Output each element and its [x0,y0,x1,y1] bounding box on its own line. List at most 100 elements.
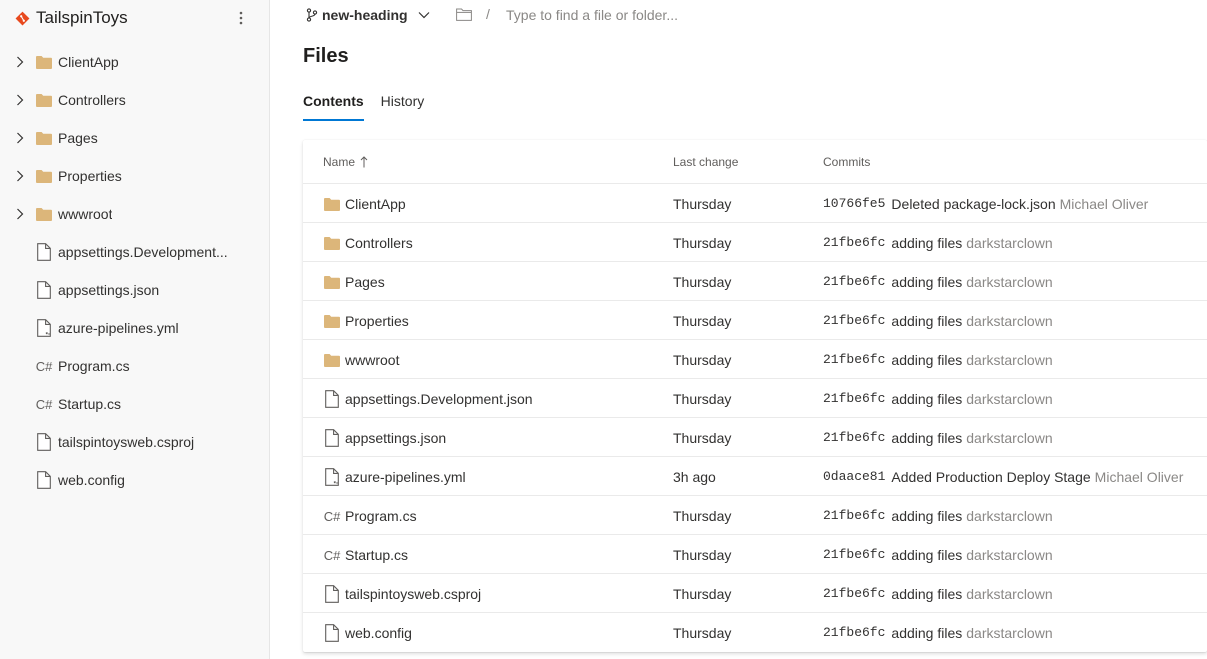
tree-item[interactable]: Properties [0,157,270,195]
table-row[interactable]: Controllers Thursday 21fbe6fc adding files d… [303,223,1207,262]
table-row[interactable]: appsettings.Development.json Thursday 21fb… [303,379,1207,418]
commit-hash-link[interactable]: 21fbe6fc [823,352,885,368]
commit-author: darkstarclown [966,313,1053,329]
file-icon [323,429,341,447]
tree-item-label: tailspintoysweb.csproj [58,434,195,450]
last-change-value: Thursday [673,313,732,329]
tree-item[interactable]: Pages [0,119,270,157]
tree-item[interactable]: C# Program.cs [0,347,270,385]
tree-item[interactable]: ClientApp [0,43,270,81]
commit-message: adding files [891,547,963,563]
commit-info: 21fbe6fc adding files darkstarclown [823,391,1053,407]
tree-item[interactable]: C# Startup.cs [0,385,270,423]
commit-hash-link[interactable]: 21fbe6fc [823,235,885,251]
csharp-file-icon: C# [323,508,341,524]
file-icon [323,624,341,642]
file-name-link[interactable]: Startup.cs [345,547,408,563]
table-row[interactable]: tailspintoysweb.csproj Thursday 21fbe6fc ad… [303,574,1207,613]
last-change-value: Thursday [673,547,732,563]
commit-info: 21fbe6fc adding files darkstarclown [823,235,1053,251]
path-separator: / [486,6,490,22]
file-name-link[interactable]: azure-pipelines.yml [345,469,466,485]
file-name-link[interactable]: tailspintoysweb.csproj [345,586,481,602]
commit-hash-link[interactable]: 21fbe6fc [823,508,885,524]
last-change-value: Thursday [673,625,732,641]
last-change-value: Thursday [673,352,732,368]
table-row[interactable]: C# Program.cs Thursday 21fbe6fc adding files… [303,496,1207,535]
file-name-link[interactable]: Program.cs [345,508,417,524]
table-row[interactable]: Pages Thursday 21fbe6fc adding files darksta… [303,262,1207,301]
more-options-icon[interactable] [233,7,249,29]
chevron-right-icon[interactable] [14,170,26,182]
top-bar: new-heading / [270,0,1207,32]
file-icon [323,585,341,603]
tree-item[interactable]: azure-pipelines.yml [0,309,270,347]
column-header-last-change[interactable]: Last change [673,155,738,169]
table-row[interactable]: wwwroot Thursday 21fbe6fc adding files darks… [303,340,1207,379]
chevron-down-icon [418,11,430,19]
commit-hash-link[interactable]: 21fbe6fc [823,274,885,290]
file-name-link[interactable]: ClientApp [345,196,406,212]
commit-message: Added Production Deploy Stage [891,469,1091,485]
folder-icon [35,205,53,223]
table-row[interactable]: Properties Thursday 21fbe6fc adding files da… [303,301,1207,340]
table-row[interactable]: web.config Thursday 21fbe6fc adding files da… [303,613,1207,652]
chevron-right-icon[interactable] [14,132,26,144]
table-row[interactable]: azure-pipelines.yml 3h ago 0daace81 Added P… [303,457,1207,496]
file-tree-sidebar: TailspinToys ClientApp Controllers Pages Pr… [0,0,270,659]
commit-hash-link[interactable]: 21fbe6fc [823,430,885,446]
file-name-link[interactable]: wwwroot [345,352,399,368]
tree-item[interactable]: wwwroot [0,195,270,233]
commit-hash-link[interactable]: 21fbe6fc [823,586,885,602]
tree-item[interactable]: appsettings.json [0,271,270,309]
file-name-link[interactable]: web.config [345,625,412,641]
tree-item[interactable]: appsettings.Development... [0,233,270,271]
commit-hash-link[interactable]: 21fbe6fc [823,625,885,641]
tab-history[interactable]: History [381,90,425,121]
tree-item[interactable]: web.config [0,461,270,499]
git-repo-icon [14,10,30,26]
commit-author: darkstarclown [966,391,1053,407]
table-row[interactable]: appsettings.json Thursday 21fbe6fc adding f… [303,418,1207,457]
table-row[interactable]: C# Startup.cs Thursday 21fbe6fc adding files… [303,535,1207,574]
file-name-link[interactable]: Controllers [345,235,413,251]
tree-item[interactable]: Controllers [0,81,270,119]
folder-outline-icon[interactable] [456,8,472,22]
tree-item-label: Pages [58,130,98,146]
table-row[interactable]: ClientApp Thursday 10766fe5 Deleted package… [303,184,1207,223]
column-header-commits[interactable]: Commits [823,155,870,169]
file-name-link[interactable]: Properties [345,313,409,329]
file-name-link[interactable]: appsettings.Development.json [345,391,533,407]
tree-item[interactable]: tailspintoysweb.csproj [0,423,270,461]
chevron-right-icon[interactable] [14,208,26,220]
commit-hash-link[interactable]: 21fbe6fc [823,391,885,407]
commit-hash-link[interactable]: 21fbe6fc [823,547,885,563]
column-header-name-label: Name [323,155,356,169]
commit-info: 0daace81 Added Production Deploy Stage Mic… [823,469,1183,485]
chevron-right-icon[interactable] [14,94,26,106]
repo-header[interactable]: TailspinToys [0,0,269,36]
commit-info: 21fbe6fc adding files darkstarclown [823,625,1053,641]
csharp-file-icon: C# [35,358,53,374]
commit-message: adding files [891,235,963,251]
path-search-input[interactable] [502,3,802,27]
tree-item-label: Properties [58,168,122,184]
last-change-value: Thursday [673,196,732,212]
file-icon [35,243,53,261]
column-header-name[interactable]: Name [323,155,368,169]
commit-author: darkstarclown [966,508,1053,524]
commit-author: Michael Oliver [1059,196,1149,212]
last-change-value: Thursday [673,508,732,524]
commit-info: 21fbe6fc adding files darkstarclown [823,430,1053,446]
file-name-link[interactable]: appsettings.json [345,430,446,446]
commit-hash-link[interactable]: 10766fe5 [823,196,885,212]
commit-hash-link[interactable]: 21fbe6fc [823,313,885,329]
yaml-file-icon [323,468,341,486]
commit-hash-link[interactable]: 0daace81 [823,469,885,485]
file-name-link[interactable]: Pages [345,274,385,290]
commit-message: adding files [891,430,963,446]
branch-selector[interactable]: new-heading [306,7,430,23]
chevron-right-icon[interactable] [14,56,26,68]
tab-contents[interactable]: Contents [303,90,364,121]
page-title: Files [303,45,349,67]
